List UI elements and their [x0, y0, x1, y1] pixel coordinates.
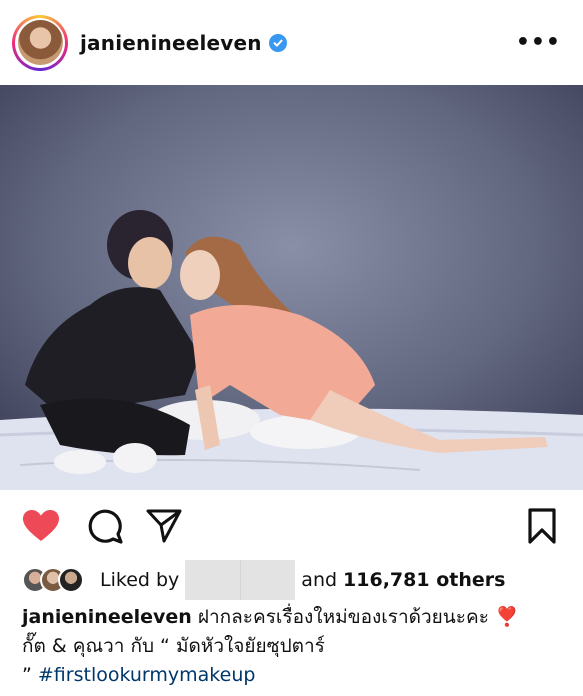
bookmark-icon[interactable] [527, 508, 557, 548]
caption-text-1: ฝากละครเรื่องใหม่ของเราด้วยนะคะ ❣️ [197, 606, 519, 628]
username[interactable]: janienineeleven [80, 31, 262, 55]
likes-summary[interactable]: Liked by and 116,781 others [22, 560, 572, 600]
post-action-bar [0, 490, 583, 562]
photo-scene [0, 85, 583, 490]
caption-line-1: janienineeleven ฝากละครเรื่องใหม่ของเราด… [22, 603, 567, 632]
profile-avatar[interactable] [12, 14, 68, 71]
post-caption: janienineeleven ฝากละครเรื่องใหม่ของเราด… [22, 603, 567, 690]
avatar-image [17, 20, 63, 65]
heart-icon[interactable] [22, 509, 60, 547]
and-label: and [301, 569, 338, 591]
caption-line-3: ” #firstlookurmymakeup [22, 661, 567, 690]
more-options-icon[interactable]: ••• [516, 30, 561, 55]
post-photo[interactable] [0, 85, 583, 490]
caption-quote: ” [22, 664, 32, 686]
caption-text-2: กั๊ต & คุณวา กับ “ มัดหัวใจยัยซุปตาร์ [22, 635, 325, 657]
caption-username[interactable]: janienineeleven [22, 606, 192, 628]
share-icon[interactable] [146, 508, 182, 548]
avatar-frame [15, 17, 65, 68]
post-header: janienineeleven ••• [0, 0, 583, 85]
hashtag-link[interactable]: #firstlookurmymakeup [38, 664, 256, 686]
others-count[interactable]: 116,781 others [343, 569, 505, 591]
liked-by-label: Liked by [100, 569, 180, 591]
verified-badge-icon [268, 33, 287, 52]
liker-avatar[interactable] [58, 567, 84, 593]
redacted-username [185, 560, 296, 600]
comment-icon[interactable] [87, 509, 123, 549]
